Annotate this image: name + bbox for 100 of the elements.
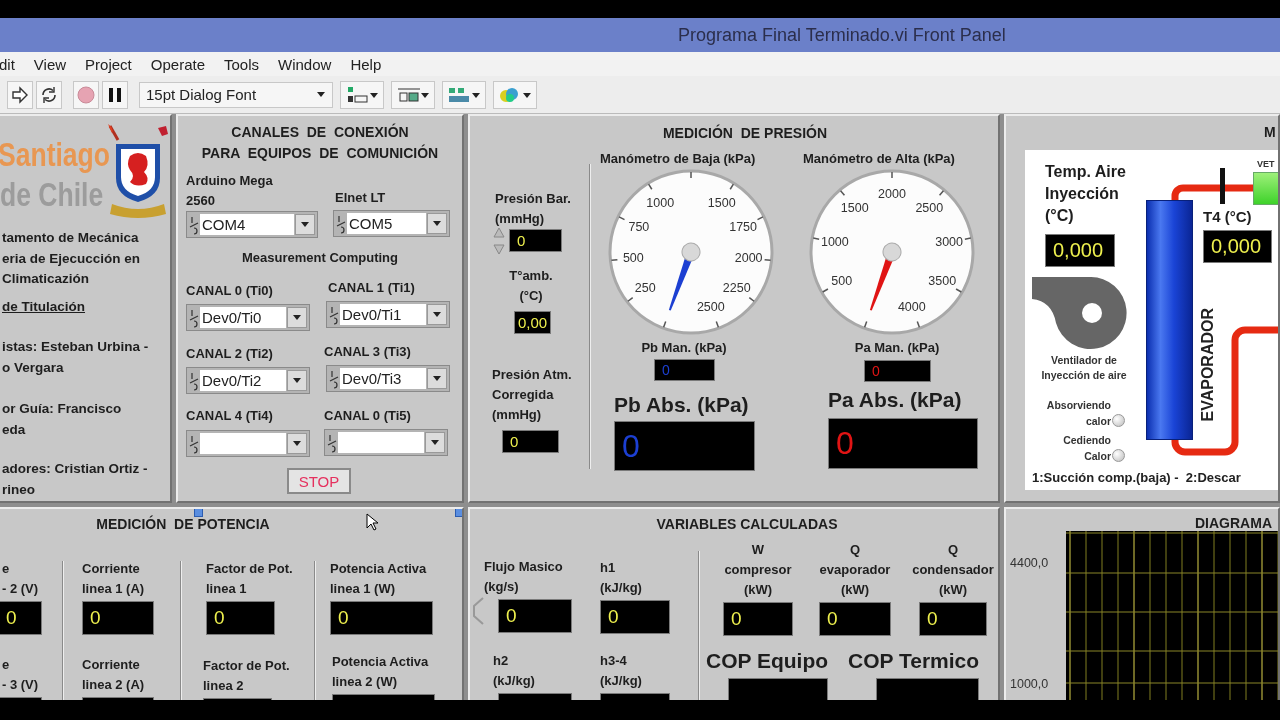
field-label: T°amb. (°C)	[508, 267, 554, 305]
numeric-display: 0	[828, 418, 978, 469]
fan-label: Ventilador de Inyección de aire	[1040, 353, 1128, 383]
cycle-arrows-icon	[39, 84, 59, 105]
distribute-objects-button[interactable]	[391, 80, 435, 109]
evaporator-label: EVAPORADOR	[1199, 308, 1217, 422]
caret-icon	[430, 438, 440, 447]
ring-icon	[329, 368, 339, 389]
cursor-icon	[366, 513, 378, 531]
scale-label: 1500	[707, 195, 736, 210]
numeric-display: 0	[509, 229, 562, 252]
numeric-display: 0	[864, 360, 931, 382]
ring-dropdown[interactable]: Dev0/Ti3	[326, 365, 450, 392]
scale-label: 4000	[897, 299, 926, 314]
ring-dropdown[interactable]: Dev0/Ti0	[186, 304, 310, 331]
menu-item[interactable]: Help	[350, 55, 382, 73]
scale-label: 1000	[820, 234, 849, 249]
ring-dropdown[interactable]: Dev0/Ti1	[326, 301, 450, 328]
scale-label: 2000	[878, 187, 906, 201]
axis-label: 1000,0	[1010, 677, 1049, 691]
field-label: Factor de Pot. linea 1	[206, 560, 293, 598]
field-label: CANAL 3 (Ti3)	[324, 343, 411, 361]
scale-label: 2000	[734, 251, 763, 266]
numeric-display: 0	[502, 430, 559, 453]
numeric-display: 0	[723, 602, 793, 636]
field-label: Presión Bar. (mmHg)	[495, 190, 571, 228]
scale-label: 3000	[935, 234, 964, 249]
caret-icon	[316, 90, 326, 99]
field-label: CANAL 4 (Ti4)	[186, 407, 273, 425]
field-label: Pa Abs. (kPa)	[828, 387, 962, 413]
field-label: Arduino Mega 2560	[186, 172, 273, 210]
ring-dropdown[interactable]: Dev0/Ti2	[186, 367, 310, 394]
panel-title: CANALES DE CONEXIÓN PARA EQUIPOS DE COMUNICIÓN	[200, 122, 440, 163]
field-label: Manómetro de Baja (kPa)	[600, 150, 756, 168]
scale-label: 2500	[915, 200, 944, 215]
spinner-icon[interactable]	[493, 227, 505, 255]
field-label: Pb Abs. (kPa)	[614, 392, 749, 418]
numeric-display: 0	[330, 601, 433, 635]
ring-dropdown[interactable]	[186, 430, 310, 457]
ring-icon	[189, 307, 199, 328]
reorder-button[interactable]	[493, 80, 537, 109]
field-label: Temp. Aire Inyección (°C)	[1045, 162, 1126, 226]
caret-icon	[432, 374, 442, 383]
ring-dropdown[interactable]	[324, 429, 448, 456]
selection-handle[interactable]	[194, 509, 203, 517]
field-label: COP Termico	[848, 648, 980, 674]
numeric-display: 0	[0, 601, 42, 635]
numeric-display: 0,00	[514, 311, 551, 334]
field-label: Potencia Activa linea 1 (W)	[330, 560, 428, 598]
field-label: h1 (kJ/kg)	[600, 559, 643, 597]
field-label: Q evaporador (kW)	[819, 541, 891, 599]
menu-item[interactable]: Project	[85, 55, 132, 73]
info-text: adores: Cristian Ortiz - rineo	[2, 460, 148, 499]
pause-button[interactable]	[102, 80, 128, 109]
arrow-icon	[10, 84, 30, 105]
ring-dropdown[interactable]: COM4	[186, 211, 318, 238]
scale-label: 1000	[646, 195, 675, 210]
info-text: istas: Esteban Urbina - o Vergara	[2, 338, 149, 377]
field-label: Corriente linea 1 (A)	[82, 560, 146, 598]
led-label: Absorviendo calor	[1045, 398, 1111, 429]
run-button[interactable]	[7, 80, 33, 109]
menu-item[interactable]: View	[33, 55, 67, 73]
menu-item[interactable]: Tools	[224, 55, 259, 73]
legend-text: 1:Succión comp.(baja) - 2:Descar	[1032, 470, 1241, 485]
font-dropdown[interactable]: 15pt Dialog Font	[139, 81, 333, 108]
field-label: CANAL 0 (Ti5)	[324, 407, 411, 425]
numeric-display: 0	[600, 600, 670, 634]
field-label: W compresor (kW)	[724, 541, 792, 599]
numeric-display: 0	[919, 602, 987, 636]
scale-label: 500	[831, 274, 853, 288]
menu-item[interactable]: Operate	[150, 55, 205, 73]
field-label: e - 3 (V)	[2, 656, 40, 694]
field-label: Presión Atm. Corregida (mmHg)	[492, 366, 572, 424]
resize-objects-button[interactable]	[442, 80, 486, 109]
ring-icon	[327, 432, 337, 453]
menu-item[interactable]: Window	[278, 55, 332, 73]
field-label: COP Equipo	[706, 648, 829, 674]
field-label: Pa Man. (kPa)	[853, 339, 941, 357]
panel-title: VARIABLES CALCULADAS	[655, 515, 839, 534]
ring-icon	[189, 214, 199, 235]
field-label: h2 (kJ/kg)	[493, 652, 536, 690]
ring-icon	[189, 433, 199, 454]
scale-label: 1750	[729, 219, 758, 234]
info-text: or Guía: Francisco eda	[2, 400, 122, 439]
field-label: CANAL 0 (Ti0)	[186, 282, 273, 300]
field-label: h3-4 (kJ/kg)	[600, 652, 643, 690]
menu-item[interactable]: dit	[0, 55, 15, 73]
field-label: T4 (°C)	[1203, 207, 1252, 227]
align-objects-button[interactable]	[340, 80, 384, 109]
scale-label: 2500	[696, 299, 725, 314]
caret-icon	[432, 219, 442, 228]
ring-dropdown[interactable]: COM5	[333, 210, 450, 237]
caret-icon	[292, 376, 302, 385]
numeric-display: 0,000	[1045, 234, 1115, 267]
axis-label: 4400,0	[1010, 556, 1049, 570]
run-continuously-button[interactable]	[36, 80, 62, 109]
indicator-label: VET	[1257, 159, 1275, 170]
stop-sign-icon	[76, 84, 96, 105]
ring-icon	[329, 304, 339, 325]
panel-title: DIAGRAMA	[1195, 514, 1272, 533]
